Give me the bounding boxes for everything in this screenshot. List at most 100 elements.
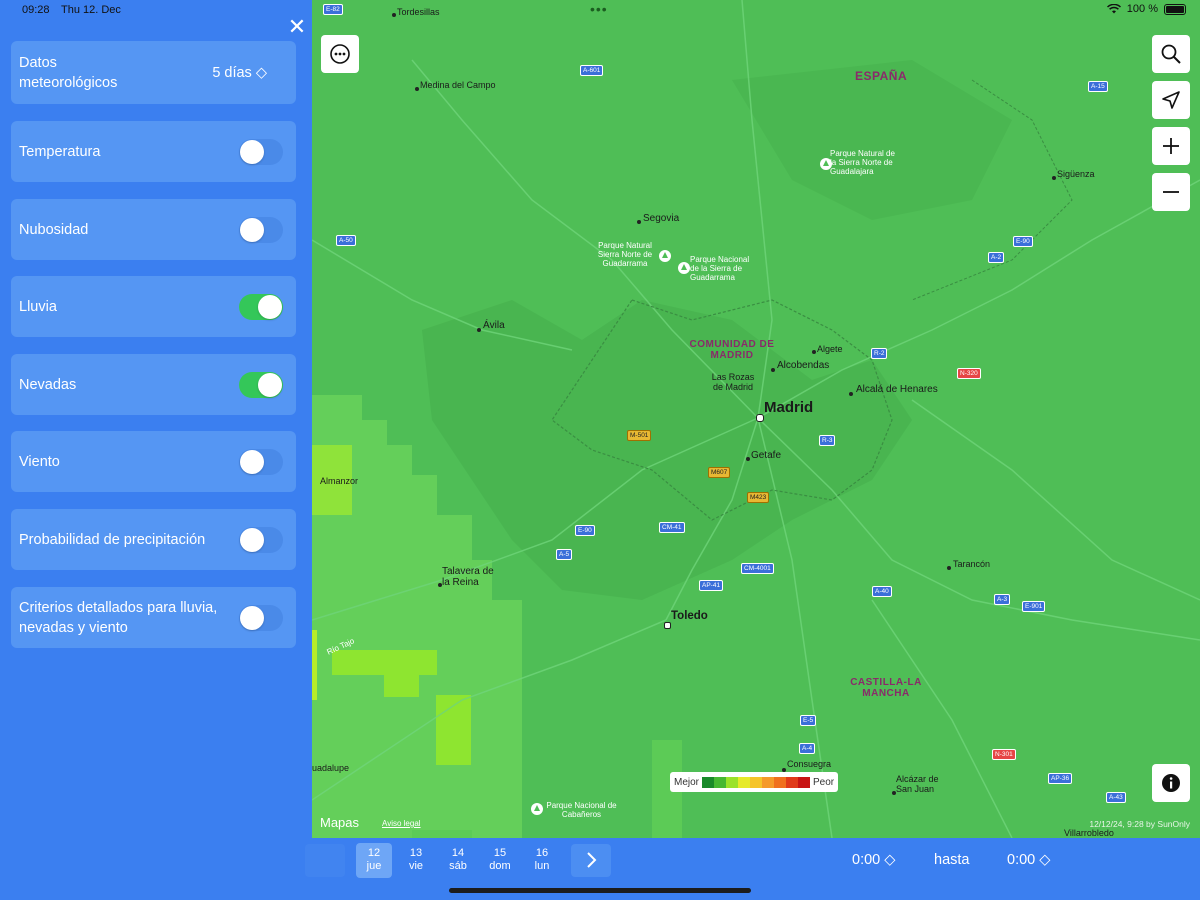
day-button[interactable]: 13 vie <box>398 843 434 878</box>
chevron-right-icon <box>587 852 597 868</box>
lluvia-toggle[interactable] <box>239 293 283 320</box>
toggle-row-nubosidad: Nubosidad <box>11 199 296 260</box>
road-shield: A-15 <box>1088 81 1108 92</box>
legend-swatch <box>738 776 751 788</box>
wifi-icon <box>1106 4 1121 14</box>
city-getafe: Getafe <box>751 450 782 461</box>
legend-worst-label: Peor <box>813 776 835 788</box>
road-shield: M-501 <box>627 430 652 441</box>
day-button[interactable]: 12 jue <box>356 843 392 878</box>
city-alcobendas: Alcobendas <box>777 360 830 371</box>
status-bar: 09:28 Thu 12. Dec ••• 100 % <box>0 0 1200 20</box>
status-time: 09:28 <box>22 4 50 16</box>
city-guadalupe: uadalupe <box>312 763 350 773</box>
road-shield: AP-36 <box>1048 773 1073 784</box>
minus-icon <box>1163 191 1179 193</box>
city-dot <box>477 328 481 332</box>
park-label: Parque Nacional de Cabañeros <box>546 801 617 819</box>
end-time-select[interactable]: 0:00 ◇ <box>1007 852 1050 868</box>
battery-percent: 100 % <box>1126 3 1158 15</box>
road-shield: E-90 <box>575 525 595 536</box>
city-dot <box>947 566 951 570</box>
toggle-row-probabilidad: Probabilidad de precipitación <box>11 509 296 570</box>
weather-data-row[interactable]: Datos meteorológicos 5 días ◇ <box>11 41 296 104</box>
road-shield: A-40 <box>872 586 892 597</box>
toggle-row-temperatura: Temperatura <box>11 121 296 182</box>
park-icon <box>820 158 832 170</box>
home-indicator[interactable] <box>449 888 751 893</box>
park-icon <box>531 803 543 815</box>
day-number: 12 <box>367 847 381 859</box>
city-dot <box>746 457 750 461</box>
nubosidad-toggle[interactable] <box>239 216 283 243</box>
city-toledo: Toledo <box>671 610 708 622</box>
road-shield: A-5 <box>556 549 573 560</box>
day-name: vie <box>408 860 424 872</box>
city-consuegra: Consuegra <box>787 759 832 769</box>
day-button[interactable]: 16 lun <box>524 843 560 878</box>
multitasking-dots-icon[interactable]: ••• <box>590 1 608 17</box>
timestamp-credit: 12/12/24, 9:28 by SunOnly <box>1089 819 1190 829</box>
toggle-label: Lluvia <box>19 298 57 315</box>
criterios-toggle[interactable] <box>239 604 283 631</box>
legend-swatch <box>714 776 727 788</box>
peak-almanzor: Almanzor <box>320 476 359 486</box>
more-options-button[interactable] <box>321 35 359 73</box>
day-name: sáb <box>449 860 467 872</box>
legend-swatch <box>726 776 739 788</box>
locate-button[interactable] <box>1152 81 1190 119</box>
city-segovia: Segovia <box>643 213 680 224</box>
city-dot <box>1052 176 1056 180</box>
city-villarrobledo: Villarrobledo <box>1064 828 1114 838</box>
legend-best-label: Mejor <box>674 776 700 788</box>
city-medina: Medina del Campo <box>420 80 496 90</box>
info-icon <box>1162 774 1180 792</box>
nevadas-toggle[interactable] <box>239 371 283 398</box>
toggle-row-nevadas: Nevadas <box>11 354 296 415</box>
weather-map[interactable]: ESPAÑA COMUNIDAD DE MADRID CASTILLA-LA M… <box>312 0 1200 838</box>
day-button[interactable]: 15 dom <box>482 843 518 878</box>
ellipsis-circle-icon <box>330 44 350 64</box>
status-date: Thu 12. Dec <box>61 4 121 16</box>
park-label: Parque Natural de la Sierra Norte de Gua… <box>830 149 895 176</box>
zoom-out-button[interactable] <box>1152 173 1190 211</box>
road-shield: A-43 <box>1106 792 1126 803</box>
road-shield: A-4 <box>799 743 816 754</box>
park-icon <box>678 262 690 274</box>
region-label-castilla: CASTILLA-LA MANCHA <box>850 677 922 699</box>
toggle-label: Temperatura <box>19 143 101 160</box>
zoom-in-button[interactable] <box>1152 127 1190 165</box>
maps-logo: Mapas <box>320 815 359 830</box>
city-talavera: Talavera de la Reina <box>442 566 494 588</box>
road-shield: AP-41 <box>699 580 724 591</box>
previous-days-button[interactable] <box>305 844 345 877</box>
weather-data-label: Datos meteorológicos <box>19 54 118 91</box>
probabilidad-toggle[interactable] <box>239 526 283 553</box>
city-las-rozas: Las Rozas de Madrid <box>711 372 755 392</box>
day-button[interactable]: 14 sáb <box>440 843 476 878</box>
search-button[interactable] <box>1152 35 1190 73</box>
toggle-row-viento: Viento <box>11 431 296 492</box>
day-number: 13 <box>409 847 423 859</box>
toggle-label: Nevadas <box>19 376 77 393</box>
road-shield: R-2 <box>871 348 888 359</box>
viento-toggle[interactable] <box>239 448 283 475</box>
start-time-select[interactable]: 0:00 ◇ <box>852 852 895 868</box>
legend-swatch <box>750 776 763 788</box>
city-dot <box>849 392 853 396</box>
maps-logo-text: Mapas <box>320 815 360 830</box>
temperatura-toggle[interactable] <box>239 138 283 165</box>
next-days-button[interactable] <box>571 844 611 877</box>
toggle-label: Viento <box>19 453 60 470</box>
battery-icon <box>1164 3 1186 15</box>
road-shield: R-3 <box>819 435 836 446</box>
road-shield: E-5 <box>800 715 817 726</box>
info-button[interactable] <box>1152 764 1190 802</box>
toggle-row-criterios: Criterios detallados para lluvia, nevada… <box>11 587 296 648</box>
road-shield: N-301 <box>992 749 1016 760</box>
legal-link[interactable]: Aviso legal <box>382 819 421 828</box>
day-name: jue <box>366 860 382 872</box>
close-icon[interactable]: ✕ <box>287 16 307 38</box>
city-dot <box>415 87 419 91</box>
days-select[interactable]: 5 días ◇ <box>212 65 267 81</box>
